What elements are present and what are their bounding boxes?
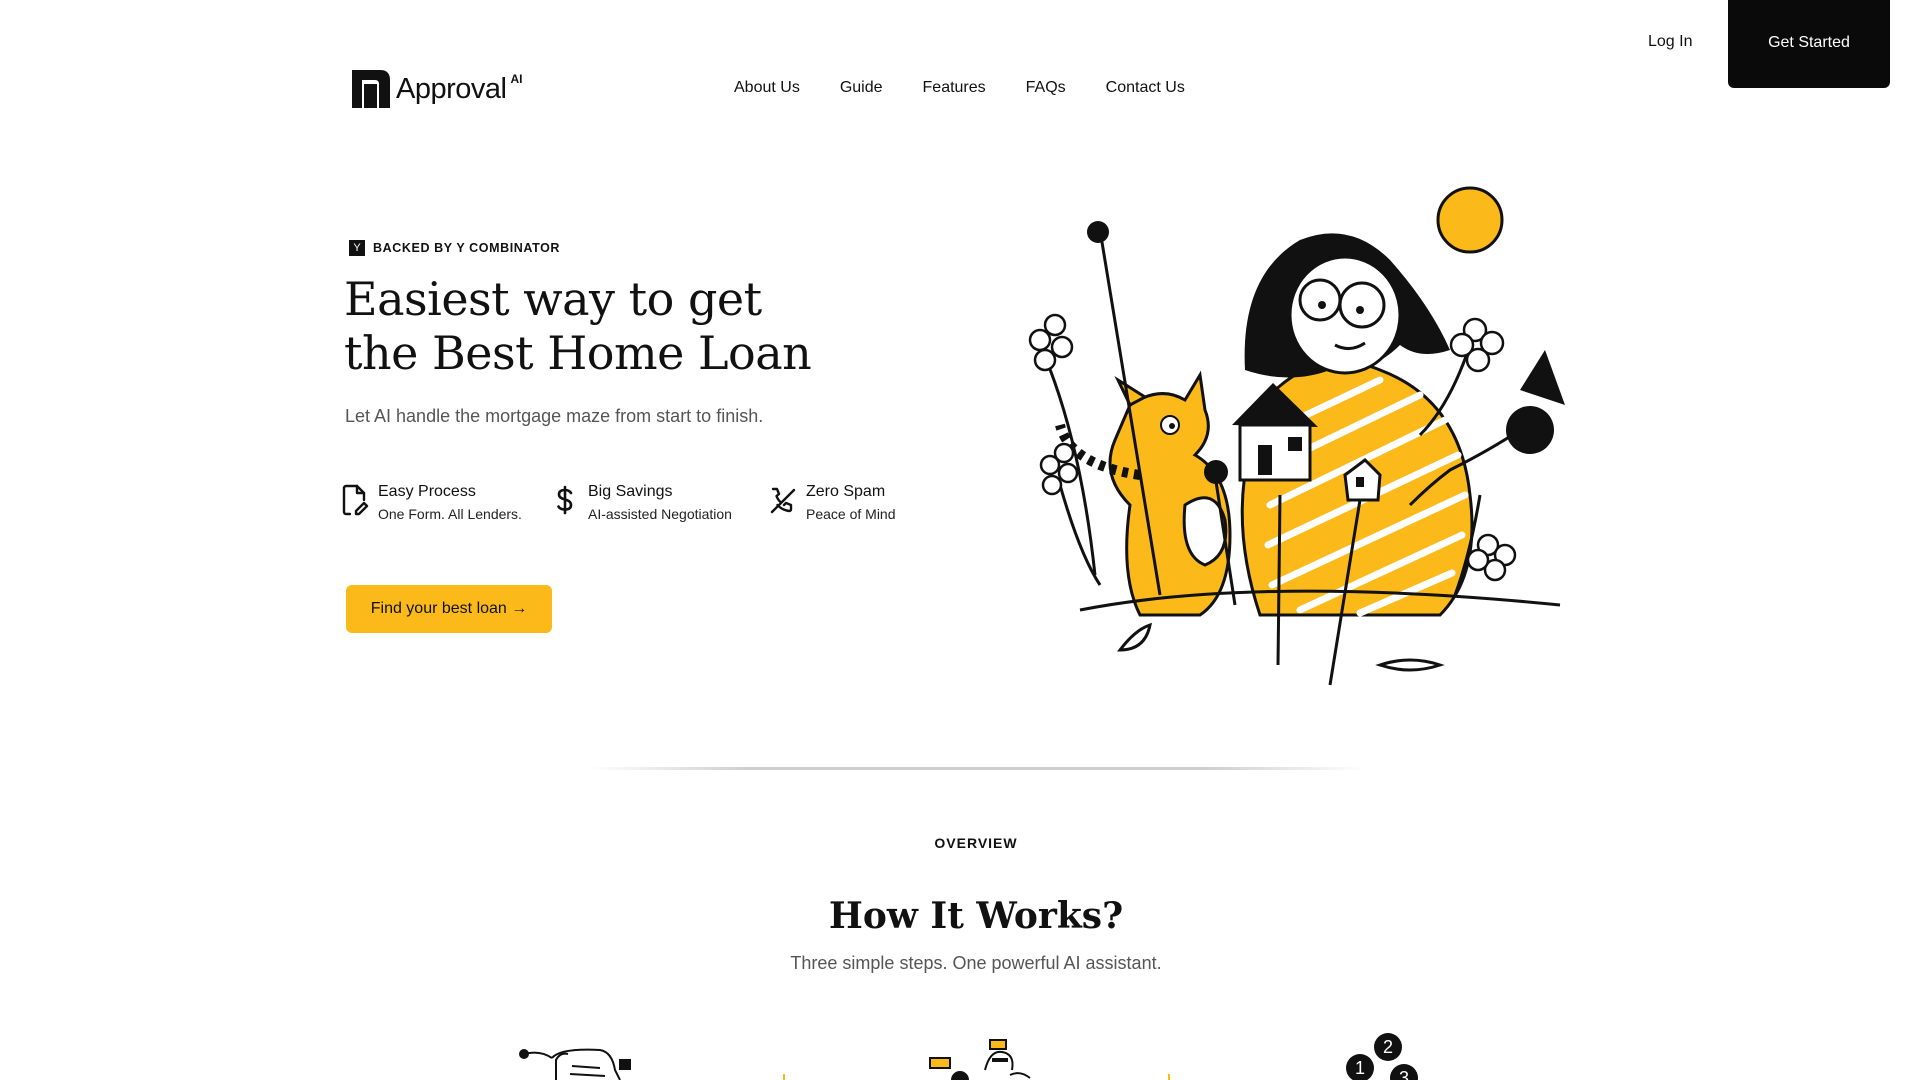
hero-illustration xyxy=(1028,186,1565,686)
feature-big-savings: Big Savings AI-assisted Negotiation xyxy=(550,482,768,522)
feature-list: Easy Process One Form. All Lenders. Big … xyxy=(340,482,948,522)
feature-title: Big Savings xyxy=(588,483,673,500)
nav-contact-us[interactable]: Contact Us xyxy=(1106,79,1185,97)
get-started-label: Get Started xyxy=(1768,33,1850,51)
dollar-icon xyxy=(550,482,580,518)
circle-shape-icon xyxy=(1506,406,1554,454)
yc-badge-text: BACKED BY Y COMBINATOR xyxy=(373,241,561,255)
sun-icon xyxy=(1436,186,1504,254)
steps-illustrations: 2 1 3 xyxy=(519,1033,1418,1080)
find-best-loan-button[interactable]: Find your best loan → xyxy=(346,585,552,633)
step-number-3: 3 xyxy=(1399,1068,1409,1080)
overview-eyebrow: OVERVIEW xyxy=(934,835,1018,851)
feature-easy-process: Easy Process One Form. All Lenders. xyxy=(340,482,550,522)
step-number-1: 1 xyxy=(1355,1058,1365,1078)
flower-bud-icon xyxy=(1204,460,1228,484)
document-edit-icon xyxy=(340,482,370,518)
feature-desc: AI-assisted Negotiation xyxy=(588,506,732,522)
get-started-button[interactable]: Get Started xyxy=(1728,0,1890,88)
negotiation-illustration xyxy=(929,1039,1031,1080)
phone-off-icon xyxy=(768,482,798,518)
nav-faqs[interactable]: FAQs xyxy=(1026,79,1066,97)
flower-bud-icon xyxy=(1087,221,1109,243)
numbered-steps-illustration: 2 1 3 xyxy=(1346,1033,1418,1080)
feature-zero-spam: Zero Spam Peace of Mind xyxy=(768,482,948,522)
hero-title-line2: the Best Home Loan xyxy=(344,326,812,380)
hero-title-line1: Easiest way to get xyxy=(344,272,762,326)
logo-text: Approval xyxy=(396,72,507,105)
section-divider xyxy=(590,767,1366,770)
feature-desc: One Form. All Lenders. xyxy=(378,506,522,522)
step-number-2: 2 xyxy=(1383,1037,1393,1057)
hero-title: Easiest way to get the Best Home Loan xyxy=(344,272,864,380)
nav-about-us[interactable]: About Us xyxy=(734,79,800,97)
feature-title: Zero Spam xyxy=(806,483,886,500)
logo-mark-icon xyxy=(352,70,390,108)
nav-guide[interactable]: Guide xyxy=(840,79,883,97)
feature-title: Easy Process xyxy=(378,483,476,500)
yc-badge: Y BACKED BY Y COMBINATOR xyxy=(349,240,560,256)
login-link[interactable]: Log In xyxy=(1648,33,1692,51)
nav-features[interactable]: Features xyxy=(923,79,986,97)
form-document-illustration xyxy=(519,1048,631,1080)
triangle-shape-icon xyxy=(1520,350,1565,405)
feature-desc: Peace of Mind xyxy=(806,506,896,522)
main-nav: About Us Guide Features FAQs Contact Us xyxy=(734,79,1185,97)
y-combinator-icon: Y xyxy=(349,240,365,256)
how-it-works-title: How It Works? xyxy=(828,895,1124,937)
logo[interactable]: Approval AI xyxy=(352,70,522,108)
hero-subtitle: Let AI handle the mortgage maze from sta… xyxy=(345,406,764,426)
how-it-works-subtitle: Three simple steps. One powerful AI assi… xyxy=(790,953,1162,973)
logo-suffix: AI xyxy=(510,72,523,86)
